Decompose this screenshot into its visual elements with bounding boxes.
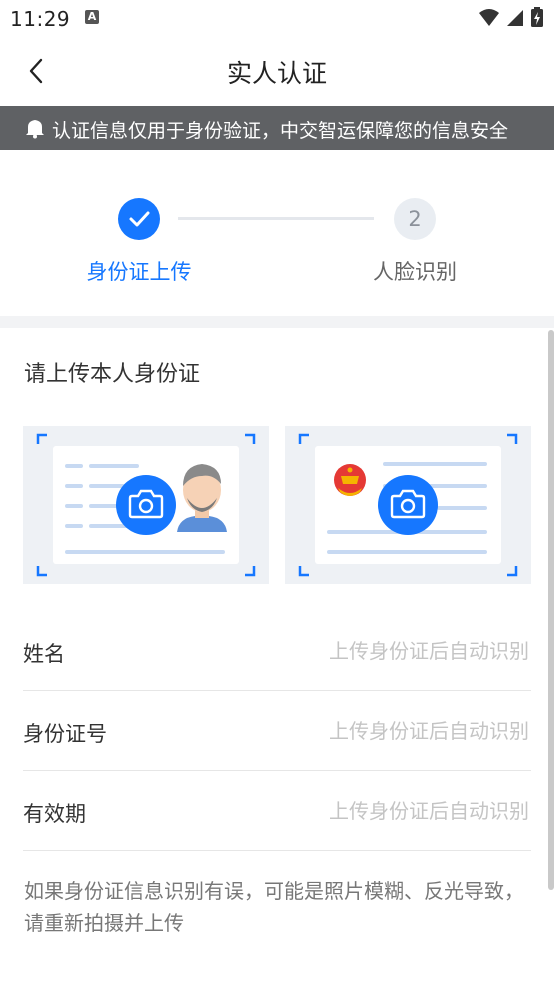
camera-icon [128, 489, 164, 519]
step-2-label: 人脸识别 [373, 260, 457, 284]
security-notice-bar: 认证信息仅用于身份验证，中交智运保障您的信息安全 [0, 106, 554, 150]
page-title: 实人认证 [226, 59, 327, 88]
name-label: 姓名 [23, 642, 65, 666]
step-connector-line [178, 217, 374, 220]
status-icons [478, 6, 544, 30]
upload-section-title: 请上传本人身份证 [24, 362, 201, 387]
nav-bar: 实人认证 [0, 36, 554, 106]
status-time: 11:29 [10, 7, 71, 31]
id-number-row: 身份证号 [23, 690, 531, 771]
wifi-icon [478, 9, 499, 26]
step-indicator: 2 身份证上传 人脸识别 [0, 150, 554, 316]
name-row: 姓名 [23, 610, 531, 691]
camera-icon [390, 489, 426, 519]
name-input[interactable] [227, 632, 531, 670]
section-divider [0, 316, 554, 328]
id-card-back-upload[interactable] [285, 426, 531, 584]
step-1-done-indicator [118, 198, 160, 240]
validity-input[interactable] [227, 792, 531, 830]
notice-text: 认证信息仅用于身份验证，中交智运保障您的信息安全 [52, 120, 509, 142]
id-card-front-upload[interactable] [23, 426, 269, 584]
checkmark-icon [129, 211, 150, 227]
id-number-input[interactable] [227, 712, 531, 750]
step-2-number: 2 [394, 198, 436, 240]
scrollbar[interactable] [548, 330, 554, 890]
validity-label: 有效期 [23, 802, 86, 826]
signal-icon [506, 10, 523, 26]
status-bar: 11:29 A [0, 0, 554, 36]
validity-row: 有效期 [23, 770, 531, 851]
notification-a-icon: A [85, 10, 99, 24]
battery-charging-icon [531, 7, 543, 27]
id-number-label: 身份证号 [23, 722, 107, 746]
recognition-tip: 如果身份证信息识别有误，可能是照片模糊、反光导致，请重新拍摄并上传 [24, 879, 524, 935]
bell-icon [26, 120, 44, 139]
step-1-label: 身份证上传 [86, 260, 192, 284]
